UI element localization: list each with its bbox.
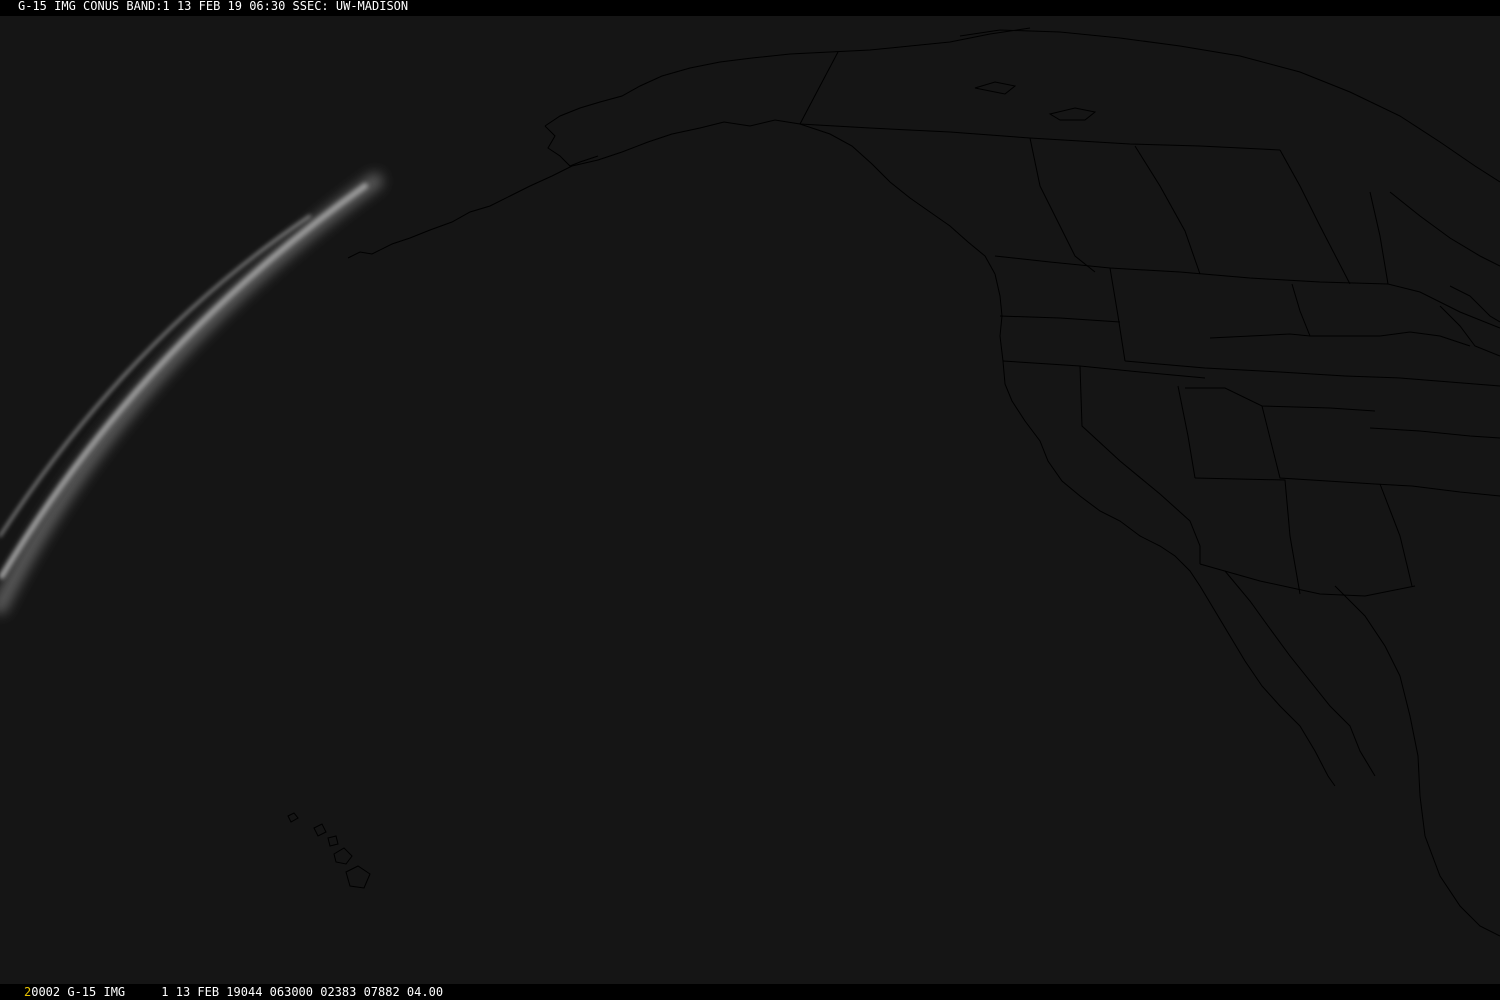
arctic-island <box>1048 107 1097 121</box>
earth-limb <box>0 173 383 614</box>
hawaii-island <box>313 823 327 837</box>
satellite-image-viewer: G-15 IMG CONUS BAND:1 13 FEB 19 06:30 SS… <box>0 0 1500 1000</box>
tx-nm-border <box>1379 483 1413 587</box>
image-info: 0002 G-15 IMG 1 13 FEB 19044 063000 0238… <box>31 985 444 999</box>
ut-co-border <box>1261 405 1413 487</box>
alaska-west-coast <box>544 125 599 167</box>
manitoba-ontario-border <box>1369 191 1389 285</box>
hawaii-island <box>287 812 299 823</box>
arctic-islands <box>959 29 1500 183</box>
ne-ks-border <box>1344 375 1500 387</box>
hawaii-island-big <box>345 865 371 889</box>
canada-north-boundary <box>799 123 1281 151</box>
ks-ok-border <box>1369 427 1500 439</box>
alaska-coastline <box>347 119 996 275</box>
nd-mn-border <box>1291 283 1311 337</box>
ok-tx-border <box>1411 485 1500 497</box>
az-nm-border <box>1194 477 1301 595</box>
satellite-imagery <box>0 16 1500 984</box>
sask-manitoba-border <box>1279 149 1351 285</box>
dakotas-border <box>1209 331 1471 347</box>
or-ca-nv-border <box>1002 360 1206 379</box>
hudson-bay-shore <box>1389 191 1500 267</box>
id-mt-border <box>1109 267 1126 362</box>
bc-alberta-border <box>1029 137 1096 273</box>
wy-co-border <box>1185 387 1376 412</box>
wa-or-border <box>999 315 1121 323</box>
baja-california <box>1199 585 1336 787</box>
map-outlines <box>287 27 1500 937</box>
mexico-coast <box>1334 585 1500 937</box>
image-title-bar: G-15 IMG CONUS BAND:1 13 FEB 19 06:30 SS… <box>0 0 1500 16</box>
gulf-of-california <box>1224 570 1376 777</box>
arctic-island <box>974 81 1017 95</box>
ca-nv-border <box>1079 365 1201 564</box>
us-canada-border <box>994 255 1500 329</box>
nv-ut-border <box>1177 385 1196 479</box>
hawaii-island <box>327 835 339 847</box>
mn-iowa-border <box>1439 305 1500 357</box>
alaska-north-coast <box>544 27 1031 127</box>
alberta-sask-border <box>1134 145 1201 275</box>
image-title: G-15 IMG CONUS BAND:1 13 FEB 19 06:30 SS… <box>18 0 409 13</box>
great-lakes-shore <box>1449 285 1500 323</box>
map-canvas <box>0 27 1500 937</box>
image-info-bar: 20002 G-15 IMG 1 13 FEB 19044 063000 023… <box>0 984 1500 1000</box>
alaska-canada-border <box>799 51 839 125</box>
hawaii-island <box>333 847 353 865</box>
